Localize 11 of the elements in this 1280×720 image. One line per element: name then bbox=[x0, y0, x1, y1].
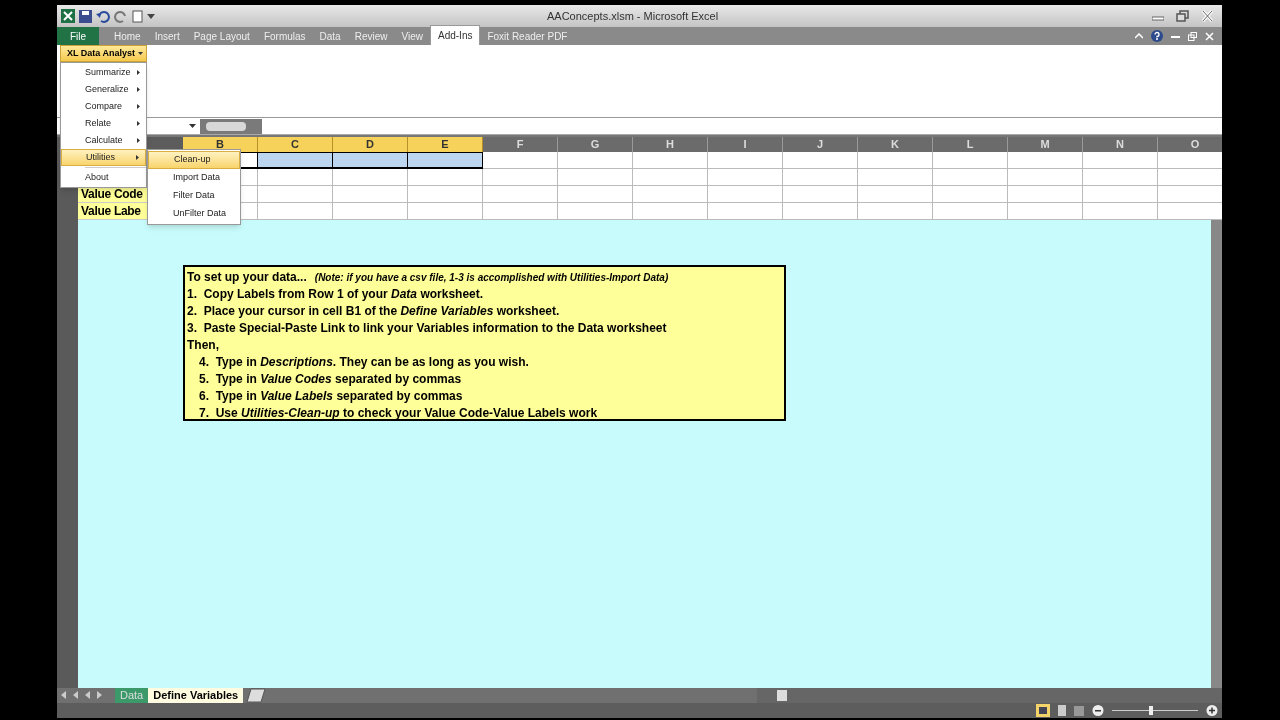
instruction-line: 5. Type in Value Codes separated by commas bbox=[199, 371, 462, 388]
note-aside: (Note: if you have a csv file, 1-3 is accomplished with Utilities-Import Data) bbox=[314, 271, 669, 285]
instruction-line: 7. Use Utilities-Clean-up to check your Value Code-Value Labels work bbox=[199, 405, 598, 422]
instruction-line: Then, bbox=[187, 337, 219, 354]
window-title: AAConcepts.xlsm - Microsoft Excel bbox=[547, 9, 719, 24]
instruction-line: 4. Type in Descriptions. They can be as long as you wish. bbox=[199, 354, 529, 371]
instruction-line: 3. Paste Special-Paste Link to link your Variables information to the Data worksheet bbox=[187, 320, 667, 337]
instruction-line: 6. Type in Value Labels separated by commas bbox=[199, 388, 463, 405]
note-title: To set up your data... bbox=[187, 269, 307, 286]
instruction-line: 1. Copy Labels from Row 1 of your Data worksheet. bbox=[187, 286, 484, 303]
instruction-line: 2. Place your cursor in cell B1 of the Define Variables worksheet. bbox=[187, 303, 560, 320]
